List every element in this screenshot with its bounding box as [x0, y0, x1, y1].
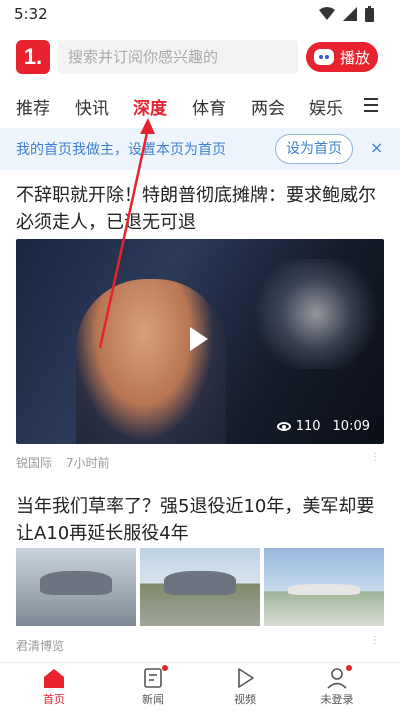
article-time: 7小时前 [66, 456, 110, 470]
video-thumbnail[interactable]: 110 10:09 [16, 239, 384, 444]
status-bar: 5:32 [0, 0, 400, 28]
nav-label: 未登录 [320, 693, 354, 706]
more-options-icon[interactable]: ⋮ [370, 452, 380, 463]
more-options-icon[interactable]: ⋮ [370, 635, 380, 646]
view-count: 110 [295, 419, 321, 434]
set-home-banner: 我的首页我做主，设置本页为首页 设为首页 × [0, 128, 400, 170]
status-time: 5:32 [14, 5, 48, 23]
nav-login[interactable]: 未登录 [297, 665, 377, 707]
notification-dot [162, 665, 168, 671]
thumbnail-image[interactable] [264, 548, 384, 626]
set-home-button[interactable]: 设为首页 [275, 134, 353, 164]
battery-icon [365, 6, 374, 22]
video-duration: 10:09 [332, 419, 370, 434]
app-header: 1. 搜索并订阅你感兴趣的 播放 [0, 36, 400, 80]
nav-video[interactable]: 视频 [205, 667, 285, 707]
nav-label: 新闻 [142, 693, 164, 706]
video-meta: 110 10:09 [276, 419, 370, 434]
play-button[interactable]: 播放 [306, 42, 378, 72]
home-icon [42, 667, 66, 689]
wifi-icon [319, 7, 335, 20]
eye-icon [276, 422, 291, 431]
tab-depth[interactable]: 深度 [133, 94, 167, 119]
speaker-figure [76, 279, 226, 444]
nav-news[interactable]: 新闻 [113, 665, 193, 707]
notification-dot [346, 665, 352, 671]
channel-tabs: 推荐 快讯 深度 体育 两会 娱乐 [0, 86, 400, 124]
tab-two-sessions[interactable]: 两会 [251, 94, 285, 119]
video-play-icon [233, 667, 257, 689]
app-logo[interactable]: 1. [16, 40, 50, 74]
play-icon[interactable] [190, 327, 208, 351]
chandelier-light [246, 259, 384, 369]
news-icon [141, 665, 168, 689]
nav-home[interactable]: 首页 [14, 667, 94, 707]
article-thumbnails[interactable] [16, 548, 384, 626]
nav-label: 首页 [43, 693, 65, 706]
robot-icon [313, 49, 334, 65]
close-icon[interactable]: × [370, 138, 383, 157]
banner-text: 我的首页我做主，设置本页为首页 [16, 142, 226, 158]
status-icons [319, 6, 374, 22]
article-source: 君清博览 [16, 639, 65, 653]
thumbnail-image[interactable] [16, 548, 136, 626]
search-input[interactable]: 搜索并订阅你感兴趣的 [58, 40, 298, 74]
article-source: 锐国际 [16, 456, 53, 470]
signal-icon [343, 7, 357, 21]
user-icon [325, 665, 352, 689]
nav-label: 视频 [234, 693, 256, 706]
tab-flash[interactable]: 快讯 [75, 94, 109, 119]
tab-recommend[interactable]: 推荐 [16, 94, 50, 119]
article-title[interactable]: 不辞职就开除！特朗普彻底摊牌：要求鲍威尔必须走人，已退无可退 [16, 182, 384, 236]
play-button-label: 播放 [339, 48, 370, 67]
article-title[interactable]: 当年我们草率了？强5退役近10年，美军却要让A10再延长服役4年 [16, 493, 384, 547]
tab-entertainment[interactable]: 娱乐 [309, 94, 343, 119]
thumbnail-image[interactable] [140, 548, 260, 626]
bottom-navigation: 首页 新闻 视频 未登录 [0, 662, 400, 711]
tab-sports[interactable]: 体育 [192, 94, 226, 119]
menu-icon[interactable] [364, 98, 378, 112]
